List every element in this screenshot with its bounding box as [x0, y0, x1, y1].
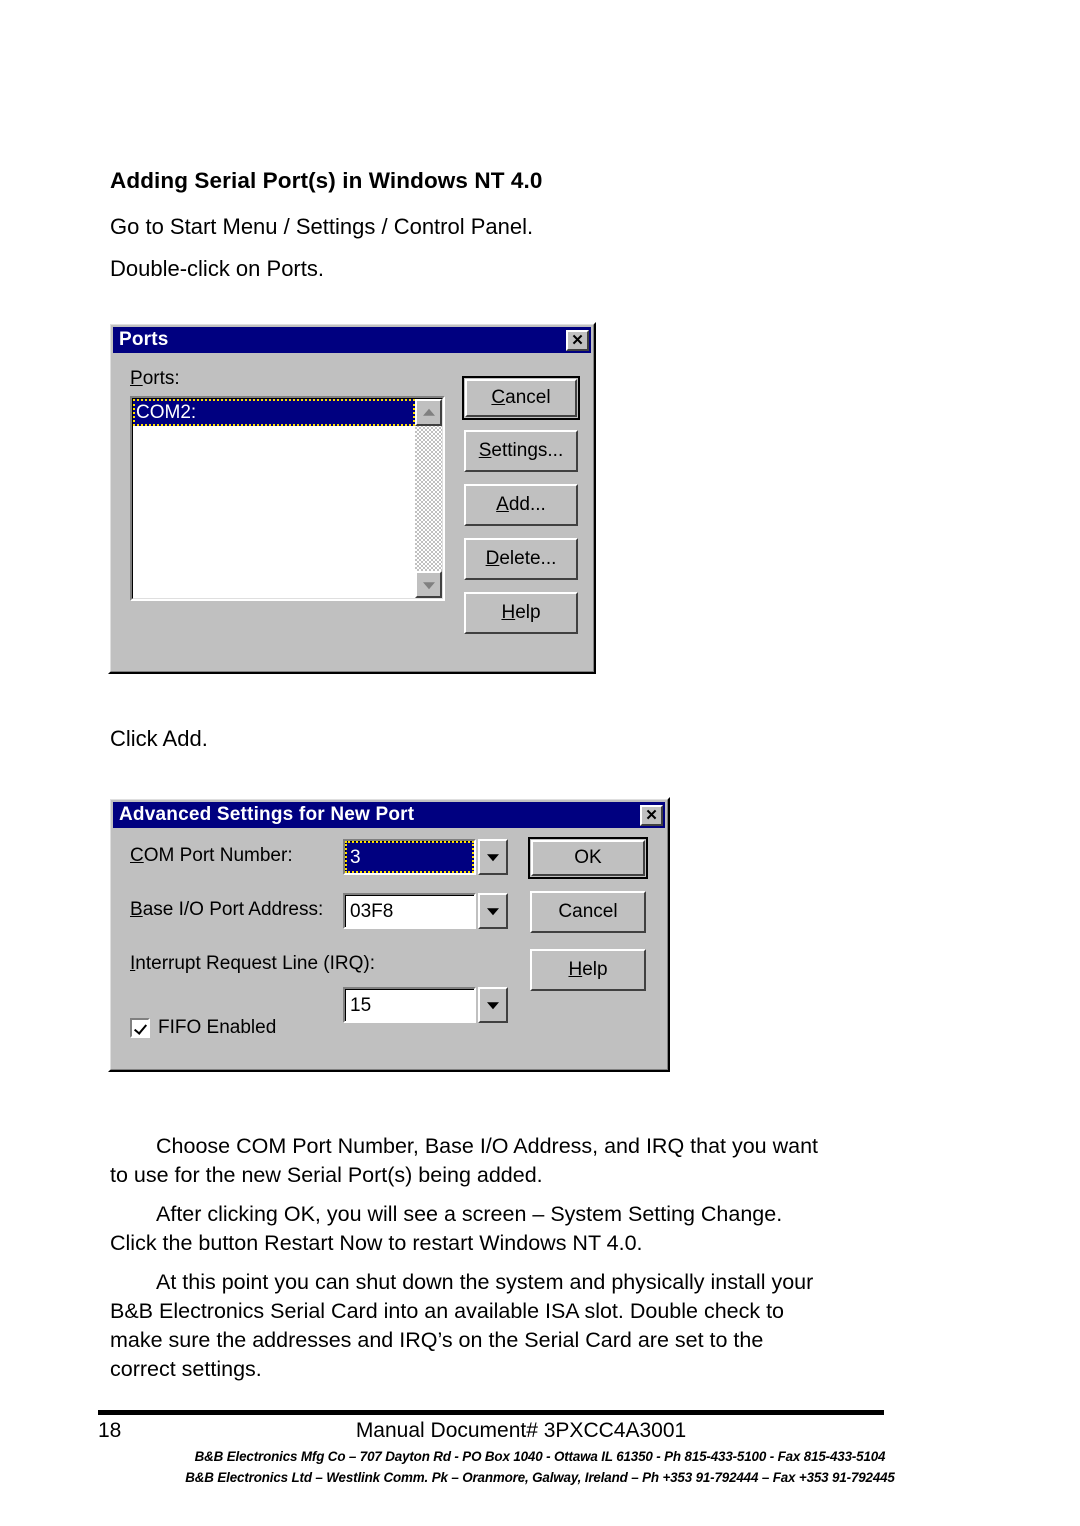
cancel-button-accel: C — [491, 387, 506, 408]
ok-button[interactable]: OK — [528, 837, 648, 879]
chevron-down-icon-glyph — [487, 908, 499, 916]
help-button[interactable]: Help — [464, 592, 578, 634]
ports-list-label: Ports: — [130, 368, 180, 390]
scroll-up-icon[interactable] — [415, 399, 442, 426]
cancel-button-label: Cancel — [491, 387, 550, 409]
base-io-address-label-accel: B — [130, 899, 143, 920]
checkmark-icon — [130, 1018, 150, 1038]
chevron-down-icon[interactable] — [478, 987, 508, 1023]
add-button-label: Add... — [496, 494, 546, 516]
cancel-button[interactable]: Cancel — [530, 891, 646, 933]
base-io-address-value: 03F8 — [345, 895, 474, 927]
help-button[interactable]: Help — [530, 949, 646, 991]
footer-address-line-2: B&B Electronics Ltd – Westlink Comm. Pk … — [185, 1470, 895, 1485]
delete-button-rest: elete... — [499, 548, 557, 569]
ports-list-label-accel: P — [130, 368, 143, 389]
ports-dialog-title: Ports — [119, 329, 169, 350]
scroll-down-icon[interactable] — [415, 571, 442, 598]
settings-button[interactable]: Settings... — [464, 430, 578, 472]
com-port-number-label-accel: C — [130, 845, 144, 866]
ports-dialog: Ports ✕ Ports: COM2: Cancel Settings... … — [108, 322, 596, 674]
com-port-number-combo[interactable]: 3 — [343, 839, 508, 875]
instruction-line-1: Go to Start Menu / Settings / Control Pa… — [110, 214, 534, 239]
footer-address-line-1: B&B Electronics Mfg Co – 707 Dayton Rd -… — [194, 1449, 886, 1464]
fifo-enabled-label: FIFO Enabled — [158, 1017, 276, 1039]
help-button-label: Help — [501, 602, 540, 624]
com-port-number-label: COM Port Number: — [130, 845, 293, 867]
body-paragraph-2: After clicking OK, you will see a screen… — [110, 1202, 783, 1255]
help-button-accel: H — [501, 602, 516, 623]
page-title: Adding Serial Port(s) in Windows NT 4.0 — [110, 168, 543, 193]
chevron-down-icon[interactable] — [478, 839, 508, 875]
instruction-line-2: Double-click on Ports. — [110, 256, 324, 281]
ports-listbox-inner: COM2: — [132, 398, 443, 599]
com-port-number-label-rest: OM Port Number: — [143, 845, 293, 866]
close-icon-glyph: ✕ — [571, 331, 584, 349]
irq-label: Interrupt Request Line (IRQ): — [130, 953, 375, 975]
list-item[interactable]: COM2: — [133, 399, 415, 426]
close-icon[interactable]: ✕ — [566, 329, 589, 351]
irq-combo[interactable]: 15 — [343, 987, 508, 1023]
irq-label-rest: nterrupt Request Line (IRQ): — [135, 953, 375, 974]
ports-listbox-scrollbar[interactable] — [415, 399, 442, 598]
ok-button-face: OK — [531, 840, 645, 876]
fifo-enabled-label-accel: F — [158, 1017, 170, 1038]
settings-button-rest: ettings... — [491, 440, 564, 461]
body-paragraph-1: Choose COM Port Number, Base I/O Address… — [110, 1134, 819, 1187]
scroll-up-arrow-glyph — [422, 408, 435, 416]
help-button-label: Help — [568, 959, 607, 981]
cancel-button-label: Cancel — [558, 901, 617, 923]
ports-dialog-titlebar: Ports ✕ — [113, 327, 591, 353]
body-paragraph-3: At this point you can shut down the syst… — [110, 1270, 814, 1381]
ok-button-label: OK — [574, 847, 601, 869]
irq-value: 15 — [345, 989, 474, 1021]
footer-row: 18 Manual Document# 3PXCC4A3001 — [98, 1419, 884, 1447]
ok-button-rest: OK — [574, 847, 602, 868]
close-icon-glyph: ✕ — [645, 806, 658, 824]
delete-button-accel: D — [485, 548, 500, 569]
base-io-address-combo[interactable]: 03F8 — [343, 893, 508, 929]
document-id: Manual Document# 3PXCC4A3001 — [355, 1419, 687, 1442]
irq-field[interactable]: 15 — [343, 987, 476, 1023]
base-io-address-label: Base I/O Port Address: — [130, 899, 323, 921]
chevron-down-icon-glyph — [487, 1002, 499, 1010]
com-port-number-field[interactable]: 3 — [343, 839, 476, 875]
delete-button-label: Delete... — [486, 548, 557, 570]
ports-listbox[interactable]: COM2: — [130, 396, 445, 601]
com-port-number-value: 3 — [345, 841, 474, 873]
add-button-rest: dd... — [508, 494, 546, 515]
fifo-enabled-label-rest: IFO Enabled — [169, 1017, 277, 1038]
advanced-settings-title: Advanced Settings for New Port — [119, 804, 415, 825]
document-page: Adding Serial Port(s) in Windows NT 4.0 … — [0, 0, 1080, 1526]
advanced-settings-dialog: Advanced Settings for New Port ✕ COM Por… — [108, 797, 670, 1072]
instruction-click-add: Click Add. — [110, 726, 208, 751]
cancel-button[interactable]: Cancel — [462, 376, 580, 420]
settings-button-label: Settings... — [479, 440, 564, 462]
footer-divider — [98, 1410, 884, 1415]
help-button-rest: elp — [515, 602, 541, 623]
cancel-button-rest: Cancel — [558, 901, 618, 922]
close-icon[interactable]: ✕ — [640, 804, 663, 826]
help-button-rest: elp — [582, 959, 608, 980]
settings-button-accel: S — [478, 440, 492, 461]
delete-button[interactable]: Delete... — [464, 538, 578, 580]
chevron-down-icon-glyph — [487, 854, 499, 862]
fifo-enabled-checkbox[interactable]: FIFO Enabled — [130, 1017, 276, 1039]
base-io-address-label-rest: ase I/O Port Address: — [142, 899, 324, 920]
scroll-down-arrow-glyph — [422, 581, 435, 589]
add-button[interactable]: Add... — [464, 484, 578, 526]
ports-list-label-rest: orts: — [142, 368, 180, 389]
advanced-settings-titlebar: Advanced Settings for New Port ✕ — [113, 802, 665, 828]
chevron-down-icon[interactable] — [478, 893, 508, 929]
help-button-accel: H — [568, 959, 583, 980]
cancel-button-face: Cancel — [465, 379, 577, 417]
cancel-button-rest: ancel — [505, 387, 551, 408]
base-io-address-field[interactable]: 03F8 — [343, 893, 476, 929]
add-button-accel: A — [496, 494, 509, 515]
